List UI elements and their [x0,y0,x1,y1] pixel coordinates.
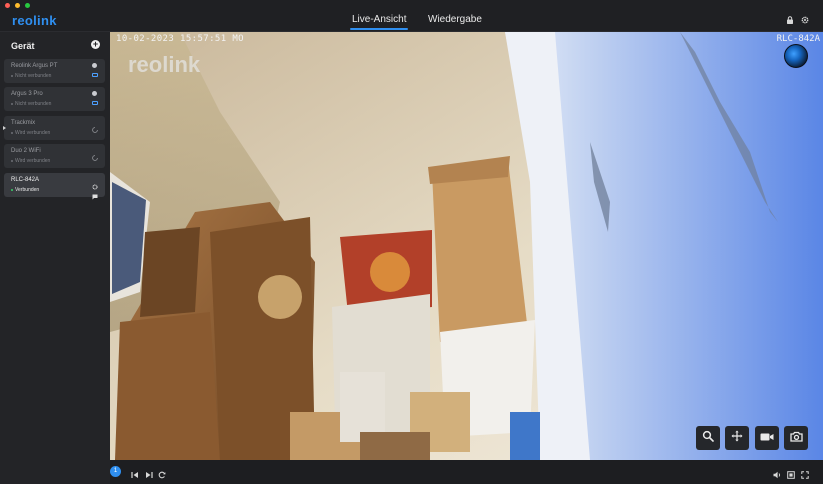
add-device-button[interactable]: + [91,40,100,49]
zoom-button[interactable] [696,426,720,450]
camera-watermark: reolink [128,52,201,77]
tab-playback[interactable]: Wiedergabe [428,14,482,25]
collapse-caret-icon[interactable] [3,126,6,130]
move-arrows-icon [731,429,743,447]
snapshot-button[interactable] [784,426,808,450]
video-camera-icon [760,429,774,447]
device-name: Duo 2 WiFi [11,148,41,154]
skip-forward-icon [146,472,153,478]
stream-count-badge[interactable]: 1 [110,466,121,477]
device-status: Wird verbunden [11,130,50,136]
top-right-icons [786,16,809,24]
video-timestamp: 10-02-2023 15:57:51 MO [116,34,245,44]
info-icon[interactable] [92,63,97,68]
device-name: RLC-842A [11,177,40,183]
skip-back-button[interactable] [131,466,139,484]
status-dot-icon [11,188,13,191]
device-status: Wird verbunden [11,158,50,164]
video-camera-name: RLC-842A [776,34,820,44]
device-card-trackmix[interactable]: Trackmix Wird verbunden [3,116,105,140]
top-tabs: Live-Ansicht Wiedergabe [0,0,823,31]
loading-spinner-icon [92,120,98,138]
device-card-reolink-argus-pt[interactable]: Reolink Argus PT Nicht verbunden [4,59,105,83]
bottom-toolbar: 1 [110,460,823,484]
device-card-rlc-842a[interactable]: RLC-842A Verbunden [4,173,105,200]
device-card-duo-2-wifi[interactable]: Duo 2 WiFi Wird verbunden [4,144,105,168]
title-bar: reolink Live-Ansicht Wiedergabe [0,0,823,32]
camera-status-orb-icon [784,44,808,68]
refresh-icon [158,471,166,479]
chat-bubble-icon[interactable] [92,187,98,205]
refresh-button[interactable] [158,466,166,484]
fullscreen-icon [801,471,809,479]
device-name: Argus 3 Pro [11,91,43,97]
layout-button[interactable] [787,466,795,484]
info-icon[interactable] [92,91,97,96]
device-name: Trackmix [11,120,36,126]
volume-button[interactable] [773,466,782,484]
status-dot-icon [11,74,13,77]
battery-icon [92,73,98,77]
lock-icon[interactable] [786,16,794,24]
record-video-button[interactable] [755,426,779,450]
skip-forward-button[interactable] [145,466,153,484]
sidebar-title: Gerät [11,41,35,51]
status-dot-icon [11,159,13,162]
tab-live-view[interactable]: Live-Ansicht [349,14,409,30]
settings-gear-icon[interactable] [801,16,809,24]
loading-spinner-icon [92,148,98,166]
live-video-view[interactable]: reolink 10-02-2023 15:57:51 MO RLC-842A [110,32,823,460]
device-name: Reolink Argus PT [11,63,58,69]
ptz-button[interactable] [725,426,749,450]
status-dot-icon [11,131,13,134]
camera-snapshot-icon [789,429,803,447]
device-status: Nicht verbunden [11,101,51,107]
device-status: Verbunden [11,187,39,193]
search-zoom-icon [702,429,714,447]
speaker-icon [773,471,781,479]
camera-feed-image [110,32,823,460]
skip-back-icon [131,472,138,478]
device-status: Nicht verbunden [11,73,51,79]
layout-grid-icon [787,471,795,479]
fullscreen-button[interactable] [801,466,809,484]
device-card-argus-3-pro[interactable]: Argus 3 Pro Nicht verbunden [4,87,105,111]
battery-icon [92,101,98,105]
status-dot-icon [11,102,13,105]
device-sidebar: Gerät + Reolink Argus PT Nicht verbunden… [0,32,110,484]
